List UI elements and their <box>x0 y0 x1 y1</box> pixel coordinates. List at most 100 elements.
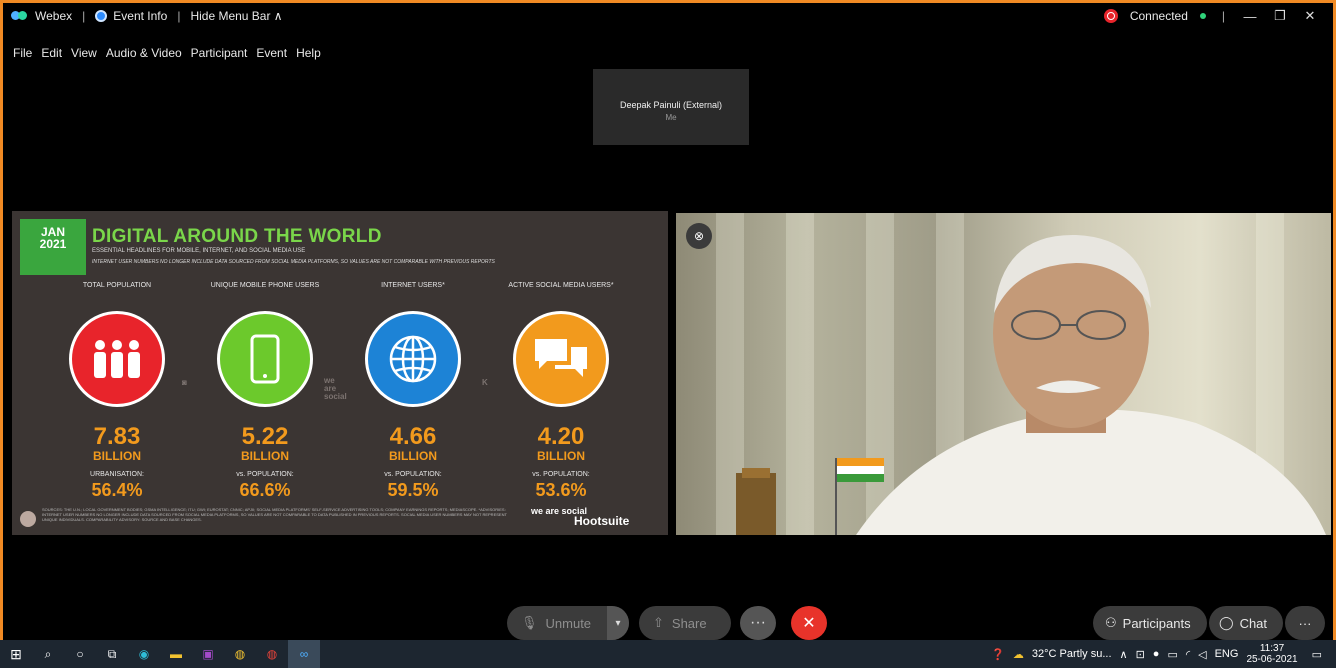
share-icon: ⇧ <box>653 615 664 630</box>
cortana-icon[interactable]: ○ <box>64 640 96 668</box>
share-button[interactable]: ⇧ Share <box>639 606 731 640</box>
self-view-tile[interactable]: Deepak Painuli (External) Me <box>593 69 749 145</box>
slide-title: DIGITAL AROUND THE WORLD <box>92 226 382 247</box>
stat-percent: 59.5% <box>387 480 439 500</box>
menu-view[interactable]: View <box>71 46 97 60</box>
event-info-button[interactable]: Event Info <box>113 9 167 23</box>
stat-percent: 66.6% <box>239 480 291 500</box>
webex-taskbar-icon[interactable]: ∞ <box>288 640 320 668</box>
menu-event[interactable]: Event <box>256 46 287 60</box>
notifications-icon[interactable]: ▭ <box>1312 648 1322 661</box>
restore-button[interactable]: ❐ <box>1271 8 1289 24</box>
shared-content: JAN 2021 DIGITAL AROUND THE WORLD ESSENT… <box>12 211 668 535</box>
clock-date: 25-06-2021 <box>1246 654 1298 665</box>
share-label: Share <box>671 615 707 631</box>
stat-value: 4.20 <box>537 423 585 450</box>
webex-window: Webex | Event Info | Hide Menu Bar ∧ Con… <box>0 0 1336 640</box>
chat-icon: ◯ <box>1219 615 1234 630</box>
weather-text[interactable]: 32°C Partly su... <box>1032 648 1112 660</box>
close-window-button[interactable]: ✕ <box>1301 8 1319 24</box>
stat-label: ACTIVE SOCIAL MEDIA USERS* <box>508 282 614 289</box>
chrome-profile-icon[interactable]: ◍ <box>256 640 288 668</box>
task-view-icon[interactable]: ⧉ <box>96 640 128 668</box>
unmute-button[interactable]: 🎙︎ Unmute ▾ <box>507 606 629 640</box>
more-options-button[interactable]: ··· <box>740 606 776 640</box>
stat-unit: BILLION <box>389 449 437 463</box>
windows-start-icon[interactable]: ⊞ <box>0 640 32 668</box>
menu-audio-video[interactable]: Audio & Video <box>106 46 182 60</box>
wifi-icon[interactable]: ◜ <box>1186 648 1190 661</box>
stat-mobile-users: UNIQUE MOBILE PHONE USERS 5.22 BILLION v… <box>210 281 320 501</box>
audio-options-chevron-icon[interactable]: ▾ <box>607 606 629 640</box>
we-are-social-watermark-icon: we are social <box>324 376 347 401</box>
chat-label: Chat <box>1239 615 1268 631</box>
microphone-muted-icon: 🎙︎ <box>521 615 538 630</box>
slide-note: INTERNET USER NUMBERS NO LONGER INCLUDE … <box>92 259 495 265</box>
file-explorer-icon[interactable]: ▬ <box>160 640 192 668</box>
globe-icon <box>365 311 461 407</box>
clock[interactable]: 11:37 25-06-2021 <box>1246 643 1297 665</box>
volume-icon[interactable]: ◁ <box>1198 648 1206 661</box>
overflow-menu-button[interactable]: ··· <box>1285 606 1325 640</box>
search-icon[interactable]: ⌕ <box>32 640 64 668</box>
unmute-label: Unmute <box>545 615 592 631</box>
clock-time: 11:37 <box>1259 643 1285 654</box>
stat-label: UNIQUE MOBILE PHONE USERS <box>210 282 320 289</box>
recording-icon[interactable] <box>1103 9 1118 23</box>
windows-taskbar: ⊞ ⌕ ○ ⧉ ◉ ▬ ▣ ◍ ◍ ∞ ❓ ☁ 32°C Partly su..… <box>0 640 1336 668</box>
stat-internet-users: INTERNET USERS* 4.66 BILLION vs. POPULAT… <box>358 281 468 501</box>
stat-unit: BILLION <box>93 449 141 463</box>
battery-icon[interactable]: ▭ <box>1167 648 1177 661</box>
connection-status-dot <box>1199 13 1206 19</box>
chat-button[interactable]: ◯ Chat <box>1209 606 1283 640</box>
connection-status: Connected <box>1129 9 1188 23</box>
self-view-name: Deepak Painuli (External) <box>619 100 723 110</box>
pin-icon[interactable]: ⊗ <box>686 223 712 249</box>
menu-file[interactable]: File <box>13 46 32 60</box>
weather-icon: ☁ <box>1012 648 1024 661</box>
menu-participant[interactable]: Participant <box>191 46 248 60</box>
kepios-logo-icon: K <box>482 378 488 387</box>
network-icon[interactable]: ⊡ <box>1136 648 1145 661</box>
menu-bar: File Edit View Audio & Video Participant… <box>13 46 321 60</box>
stat-value: 5.22 <box>241 423 289 450</box>
show-hidden-icons-icon[interactable]: ∧ <box>1120 648 1128 661</box>
minimize-button[interactable]: — <box>1241 9 1259 24</box>
system-tray: ❓ ☁ 32°C Partly su... ∧ ⊡ ● ▭ ◜ ◁ ENG 11… <box>991 643 1336 665</box>
participant-video[interactable]: ⊗ <box>676 213 1331 535</box>
hide-menu-bar-button[interactable]: Hide Menu Bar ∧ <box>190 9 282 23</box>
language-indicator[interactable]: ENG <box>1215 648 1239 660</box>
stat-sub-label: URBANISATION: <box>90 471 144 478</box>
stat-sub-label: vs. POPULATION: <box>384 471 442 478</box>
stat-label: INTERNET USERS* <box>381 282 445 289</box>
stat-label: TOTAL POPULATION <box>82 282 152 289</box>
help-icon[interactable]: ❓ <box>991 648 1005 661</box>
hootsuite-logo: Hootsuite <box>574 514 630 528</box>
stat-value: 7.83 <box>93 423 141 450</box>
app-name: Webex <box>35 9 73 23</box>
stat-sub-label: vs. POPULATION: <box>532 471 590 478</box>
people-icon <box>69 311 165 407</box>
edge-icon[interactable]: ◉ <box>128 640 160 668</box>
leave-meeting-button[interactable]: ✕ <box>791 606 827 640</box>
menu-edit[interactable]: Edit <box>41 46 62 60</box>
stat-value: 4.66 <box>389 423 437 450</box>
stat-social-users: ACTIVE SOCIAL MEDIA USERS* 4.20 BILLION … <box>506 281 616 501</box>
participants-button[interactable]: ⚇ Participants <box>1093 606 1207 640</box>
date-year: 2021 <box>39 237 67 251</box>
microphone-icon[interactable]: ● <box>1153 648 1160 660</box>
self-view-label: Me <box>665 113 677 122</box>
stat-total-population: TOTAL POPULATION 7.83 BILLION URBANISATI… <box>62 281 172 501</box>
slide-footnote: SOURCES: THE U.N.; LOCAL GOVERNMENT BODI… <box>42 507 507 522</box>
stat-unit: BILLION <box>241 449 289 463</box>
stat-percent: 56.4% <box>91 480 143 500</box>
chat-bubbles-icon <box>513 311 609 407</box>
chrome-icon[interactable]: ◍ <box>224 640 256 668</box>
stat-sub-label: vs. POPULATION: <box>236 471 294 478</box>
event-info-icon[interactable] <box>95 10 108 22</box>
onenote-icon[interactable]: ▣ <box>192 640 224 668</box>
slide-subtitle: ESSENTIAL HEADLINES FOR MOBILE, INTERNET… <box>92 248 306 254</box>
mobile-phone-icon <box>217 311 313 407</box>
video-frame-image <box>736 234 1326 535</box>
menu-help[interactable]: Help <box>296 46 321 60</box>
